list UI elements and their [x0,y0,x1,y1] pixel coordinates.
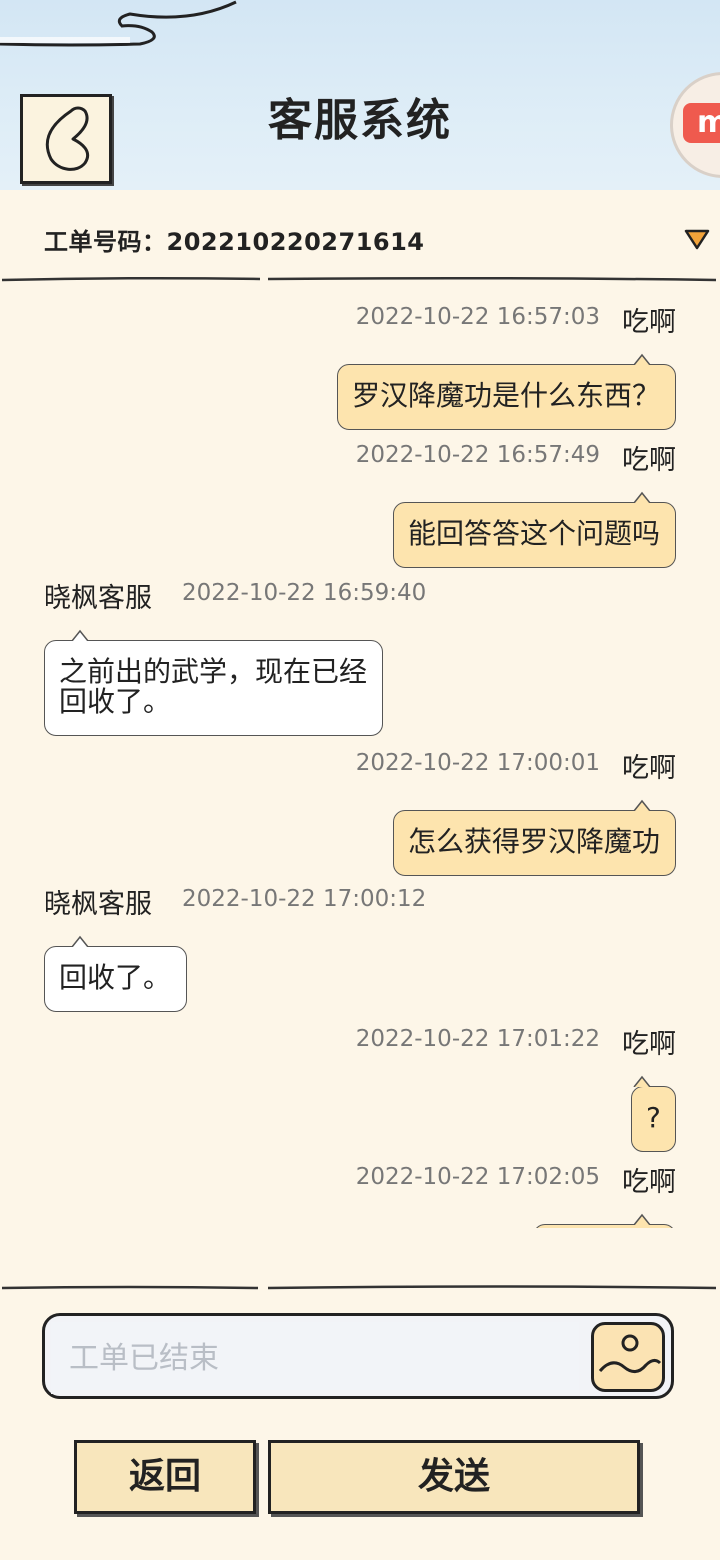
sender-name: 晓枫客服 [44,889,152,920]
sender-name: 吃啊 [622,307,676,338]
order-bar[interactable]: 工单号码：202210220271614 [0,190,720,282]
message-text: 回收了。 [59,685,172,718]
message-bubble: 回收了。 [44,935,187,1012]
message-composer [42,1313,674,1399]
send-button[interactable]: 发送 [268,1440,640,1514]
message-item-agent: 2022-10-22 16:59:40 晓枫客服之前出的武学，现在已经 回收了。 [0,576,720,736]
order-label-text: 工单号码： [44,228,167,256]
message-input[interactable] [51,1322,579,1394]
bubble-tail-icon [633,799,651,811]
image-upload-button[interactable] [591,1322,665,1392]
message-timestamp: 2022-10-22 17:00:12 [182,886,427,912]
sender-name: 晓枫客服 [44,583,152,614]
message-bubble: 罗汉降魔功是什么东西？ [337,353,676,430]
message-item-user: 2022-10-22 17:00:01 吃啊怎么获得罗汉降魔功 [0,746,720,876]
bubble-tail-icon [633,353,651,365]
return-button[interactable]: 返回 [74,1440,256,1514]
image-picture-icon [598,1334,662,1373]
order-number-value: 202210220271614 [166,228,425,256]
logo-mark: m [683,103,720,143]
message-bubble: ? [631,1075,676,1152]
message-bubble: 什么意思 [533,1213,676,1228]
bubble-tail-icon [71,629,89,641]
bubble-tail-icon [71,935,89,947]
order-number-label: 工单号码：202210220271614 [44,222,425,257]
triangle-down-icon[interactable] [684,228,710,250]
divider-bottom [1,1285,717,1290]
sender-name: 吃啊 [622,445,676,476]
message-item-user: 2022-10-22 16:57:49 吃啊能回答答这个问题吗 [0,438,720,568]
message-timestamp: 2022-10-22 17:01:22 [355,1026,600,1052]
bubble-tail-icon [633,491,651,503]
sender-name: 吃啊 [622,1029,676,1060]
message-timestamp: 2022-10-22 16:59:40 [182,580,427,606]
header-bar: 客服系统 m [0,0,720,190]
message-item-agent: 2022-10-22 17:00:12 晓枫客服回收了。 [0,882,720,1012]
message-item-user: 2022-10-22 17:01:22 吃啊? [0,1022,720,1152]
cloud-decoration-icon [0,0,237,47]
message-text: 回收了。 [59,961,172,994]
bubble-tail-icon [633,1213,651,1225]
message-bubble: 怎么获得罗汉降魔功 [393,799,676,876]
message-item-user: 2022-10-22 16:57:03 吃啊罗汉降魔功是什么东西？ [0,300,720,430]
message-timestamp: 2022-10-22 16:57:49 [355,442,600,468]
message-bubble: 能回答答这个问题吗 [393,491,676,568]
chat-message-list[interactable]: 2022-10-22 16:57:03 吃啊 罗汉降魔功是什么东西？ 2022-10-… [0,282,720,1228]
bubble-tail-icon [633,1075,651,1087]
message-text: 能回答答这个问题吗 [408,517,661,550]
message-timestamp: 2022-10-22 17:00:01 [355,750,600,776]
message-bubble: 之前出的武学，现在已经 回收了。 [44,629,383,736]
sender-name: 吃啊 [622,1167,676,1198]
page-title: 客服系统 [268,95,452,146]
message-text: 怎么获得罗汉降魔功 [408,825,661,858]
message-timestamp: 2022-10-22 17:02:05 [355,1164,600,1190]
message-text: 之前出的武学，现在已经 [59,655,368,688]
message-text: ? [646,1101,661,1134]
message-text: 罗汉降魔功是什么东西？ [352,379,661,412]
message-item-user: 2022-10-22 17:02:05 吃啊什么意思 [0,1160,720,1228]
sender-name: 吃啊 [622,753,676,784]
message-timestamp: 2022-10-22 16:57:03 [355,304,600,330]
